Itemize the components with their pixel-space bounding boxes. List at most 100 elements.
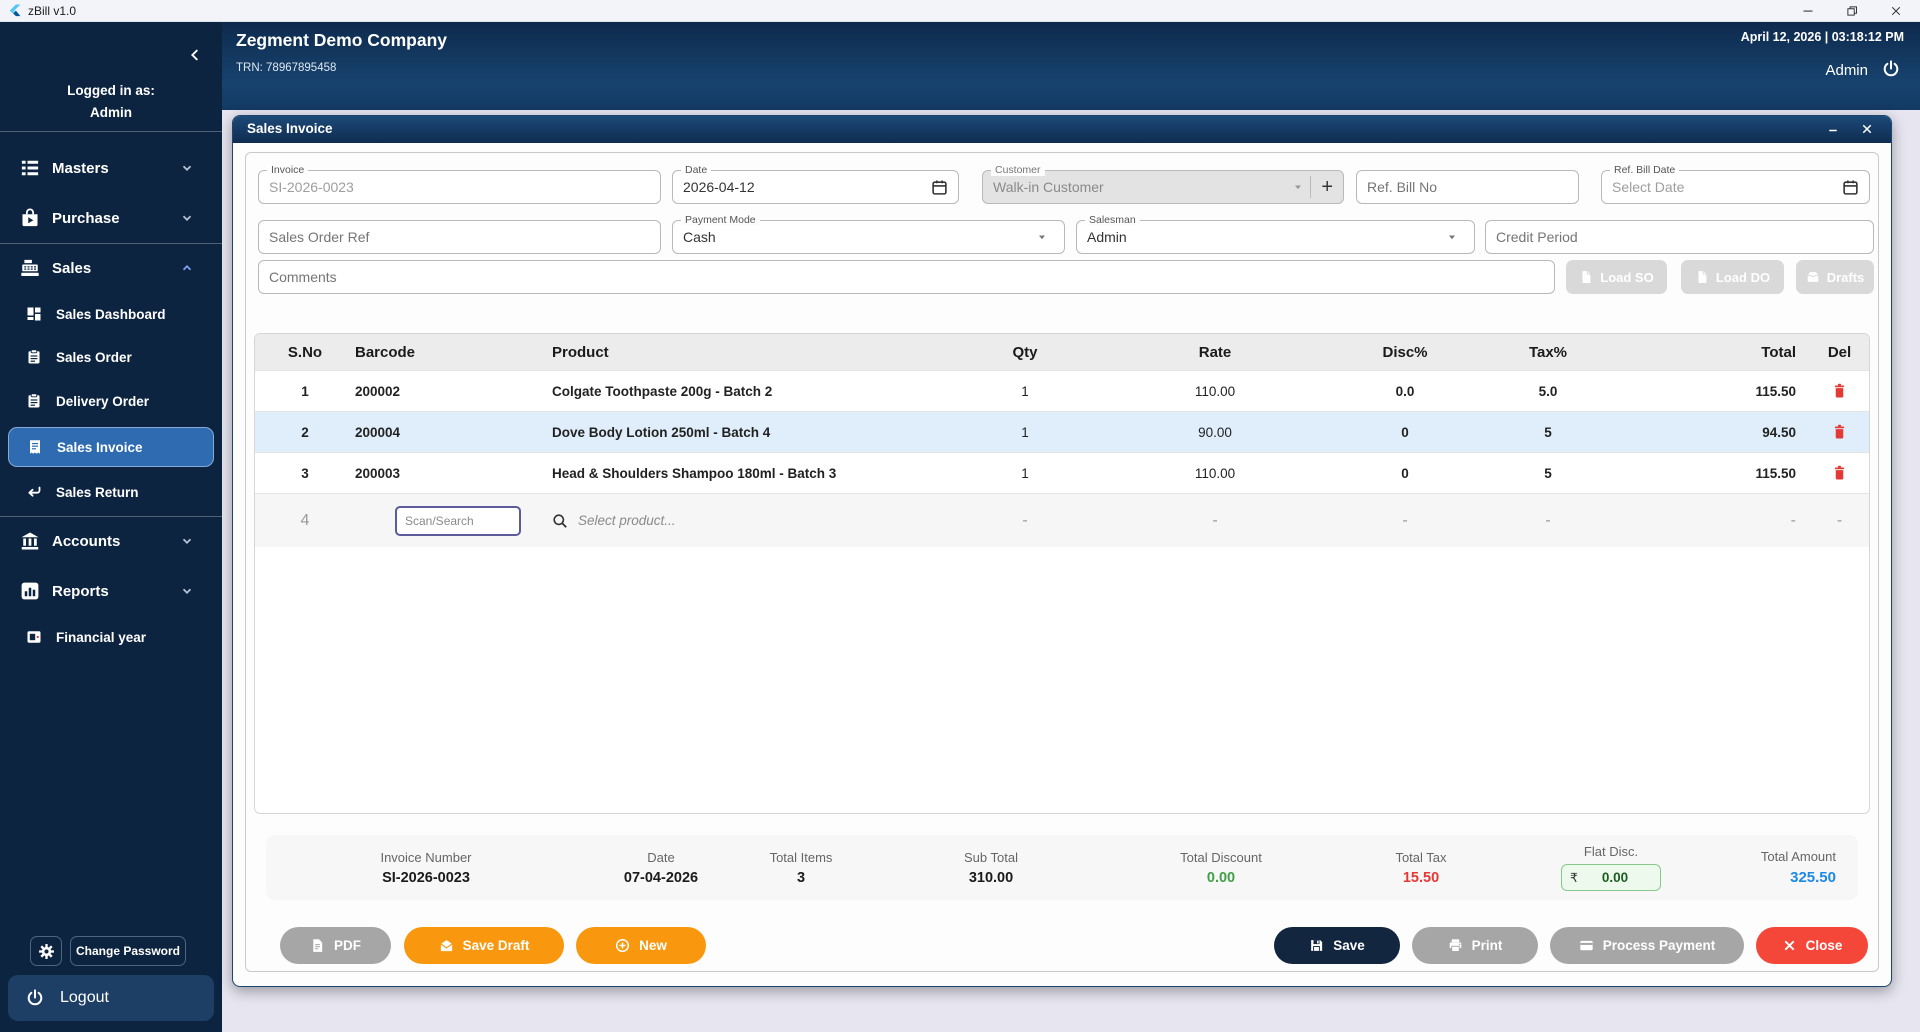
sidebar-item-sales-dashboard[interactable]: Sales Dashboard	[0, 296, 222, 332]
sidebar-divider	[0, 131, 222, 132]
window-close-button[interactable]	[1876, 0, 1916, 22]
process-payment-button[interactable]: Process Payment	[1550, 927, 1744, 964]
sidebar-item-label: Accounts	[52, 532, 121, 550]
invoice-number-field: Invoice SI-2026-0023	[258, 164, 661, 204]
summary-total-tax: Total Tax 15.50	[1395, 849, 1447, 886]
sidebar-item-accounts[interactable]: Accounts	[0, 523, 222, 559]
customer-field: Customer Walk-in Customer +	[982, 164, 1344, 204]
close-button[interactable]: Close	[1756, 927, 1868, 964]
load-do-button[interactable]: Load DO	[1681, 260, 1784, 294]
sidebar-item-sales-order[interactable]: Sales Order	[0, 339, 222, 375]
ref-bill-date-field[interactable]: Ref. Bill Date Select Date	[1601, 164, 1870, 204]
payment-mode-select[interactable]: Payment Mode Cash	[672, 214, 1065, 254]
sidebar-item-label: Financial year	[56, 629, 147, 645]
header-datetime: April 12, 2026 | 03:18:12 PM	[1740, 30, 1904, 44]
logged-in-user: Admin	[90, 105, 132, 120]
invoice-close-button[interactable]	[1857, 120, 1877, 140]
rupee-symbol: ₹	[1570, 871, 1578, 885]
company-name: Zegment Demo Company	[236, 30, 447, 50]
date-field[interactable]: Date 2026-04-12	[672, 164, 959, 204]
payment-mode-value: Cash	[683, 229, 716, 245]
summary-total-items: Total Items 3	[769, 849, 833, 886]
dashboard-icon	[27, 307, 41, 321]
header-power-button[interactable]	[1882, 60, 1904, 82]
load-so-button[interactable]: Load SO	[1566, 260, 1667, 294]
date-field-value: 2026-04-12	[683, 179, 755, 195]
col-header-barcode: Barcode	[355, 343, 416, 361]
card-icon	[1580, 940, 1593, 951]
window-minimize-button[interactable]	[1788, 0, 1828, 22]
sales-invoice-title: Sales Invoice	[247, 121, 333, 136]
sidebar-item-label: Reports	[52, 582, 109, 600]
new-label: New	[639, 938, 667, 953]
col-header-tax: Tax%	[1528, 343, 1568, 361]
x-icon	[1784, 940, 1794, 951]
dropdown-arrow-icon	[1449, 235, 1455, 240]
purchase-bag-icon	[22, 208, 38, 227]
summary-total-amount: Total Amount 325.50	[1760, 849, 1836, 886]
printer-icon	[1449, 939, 1461, 952]
flat-disc-input[interactable]: ₹ 0.00	[1561, 864, 1661, 891]
table-entry-row: 4 Select product... - - - - - -	[255, 493, 1869, 547]
add-customer-button[interactable]: +	[1310, 176, 1333, 198]
load-do-label: Load DO	[1715, 269, 1771, 285]
delete-row-button[interactable]	[1810, 424, 1869, 440]
logged-in-label: Logged in as:	[67, 83, 155, 98]
print-button[interactable]: Print	[1412, 927, 1538, 964]
chevron-down-icon	[180, 534, 194, 548]
logged-in-block: Logged in as: Admin	[0, 80, 222, 124]
search-icon	[553, 513, 567, 528]
entry-row-number: 4	[300, 511, 310, 529]
sidebar-item-delivery-order[interactable]: Delivery Order	[0, 383, 222, 419]
settings-button[interactable]	[30, 936, 62, 966]
ref-bill-date-placeholder: Select Date	[1612, 179, 1685, 195]
customer-field-value: Walk-in Customer	[993, 179, 1104, 195]
clipboard-icon	[28, 349, 40, 364]
sales-order-ref-input[interactable]	[258, 220, 661, 254]
drafts-label: Drafts	[1826, 269, 1865, 285]
os-titlebar: zBill v1.0	[0, 0, 1920, 22]
comments-input[interactable]	[258, 260, 1555, 294]
select-product-control[interactable]: Select product...	[550, 513, 955, 529]
sidebar-item-reports[interactable]: Reports	[0, 573, 222, 609]
summary-total-discount: Total Discount 0.00	[1180, 849, 1262, 886]
invoice-minimize-button[interactable]	[1823, 120, 1843, 140]
ref-bill-date-label: Ref. Bill Date	[1610, 164, 1680, 176]
sidebar-item-masters[interactable]: Masters	[0, 150, 222, 186]
sidebar-item-label: Masters	[52, 159, 109, 177]
pdf-button[interactable]: PDF	[280, 927, 391, 964]
new-button[interactable]: New	[576, 927, 706, 964]
date-field-label: Date	[681, 164, 712, 176]
table-row[interactable]: 2 200004 Dove Body Lotion 250ml - Batch …	[255, 411, 1869, 452]
col-header-qty: Qty	[1012, 343, 1038, 361]
sidebar-item-sales-return[interactable]: Sales Return	[0, 474, 222, 510]
invoice-items-table: S.No Barcode Product Qty Rate Disc% Tax%…	[254, 333, 1870, 814]
logout-button[interactable]: Logout	[8, 975, 214, 1021]
company-trn: TRN: 78967895458	[236, 62, 337, 74]
receipt-icon	[30, 440, 40, 454]
salesman-select[interactable]: Salesman Admin	[1076, 214, 1475, 254]
ref-bill-no-input[interactable]	[1356, 170, 1579, 204]
table-row[interactable]: 1 200002 Colgate Toothpaste 200g - Batch…	[255, 370, 1869, 411]
save-button[interactable]: Save	[1274, 927, 1400, 964]
save-draft-button[interactable]: Save Draft	[404, 927, 564, 964]
trash-icon	[1834, 383, 1845, 398]
col-header-rate: Rate	[1198, 343, 1232, 361]
table-row[interactable]: 3 200003 Head & Shoulders Shampoo 180ml …	[255, 452, 1869, 493]
change-password-button[interactable]: Change Password	[70, 936, 186, 966]
credit-period-input[interactable]	[1485, 220, 1874, 254]
drafts-button[interactable]: Drafts	[1796, 260, 1874, 294]
window-restore-button[interactable]	[1832, 0, 1872, 22]
sidebar-item-purchase[interactable]: Purchase	[0, 200, 222, 236]
calendar-card-icon	[27, 631, 41, 643]
sidebar-item-financial-year[interactable]: Financial year	[0, 619, 222, 655]
sales-invoice-titlebar: Sales Invoice	[233, 116, 1891, 143]
delete-row-button[interactable]	[1810, 465, 1869, 481]
sidebar-item-sales-invoice[interactable]: Sales Invoice	[8, 427, 214, 467]
sidebar-item-label: Sales Order	[56, 349, 132, 365]
sidebar-collapse-button[interactable]	[180, 44, 210, 68]
delete-row-button[interactable]	[1810, 383, 1869, 399]
sidebar-item-label: Sales Dashboard	[56, 306, 166, 322]
sidebar-item-sales[interactable]: Sales	[0, 250, 222, 286]
scan-search-input[interactable]	[395, 505, 521, 536]
